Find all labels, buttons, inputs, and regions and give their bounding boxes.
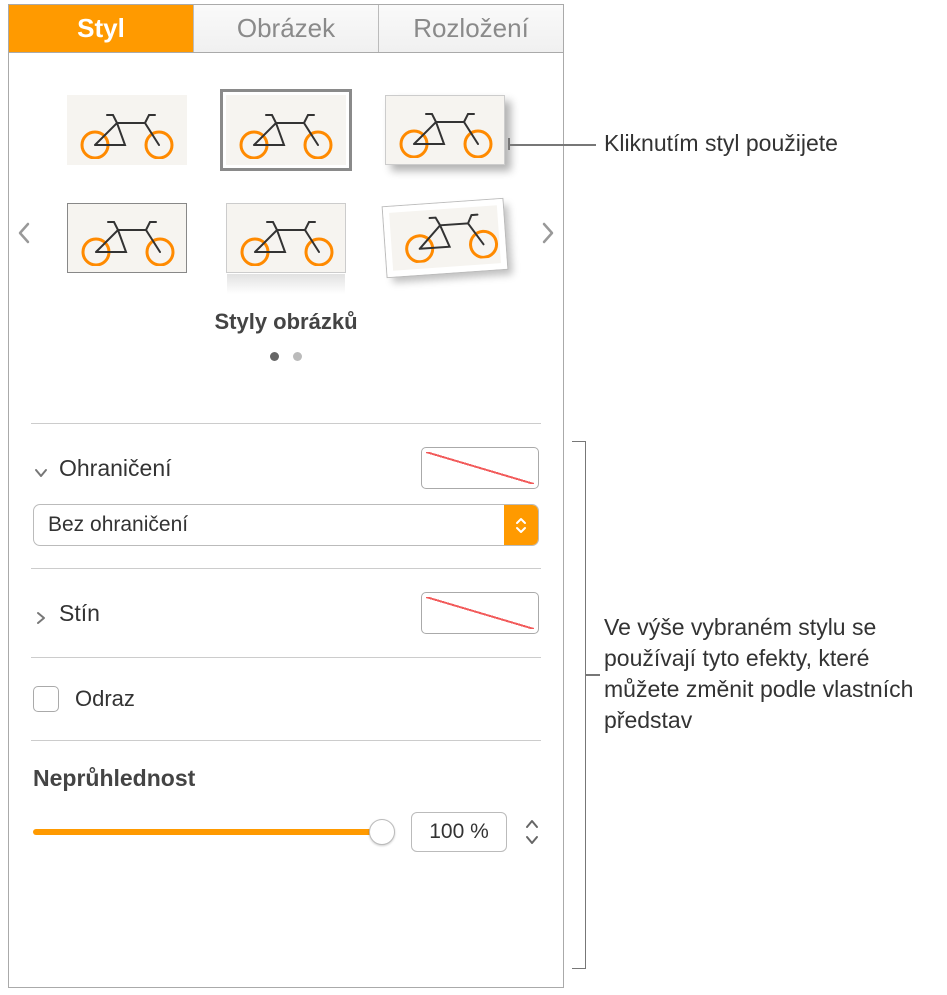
border-type-dropdown[interactable]: Bez ohraničení: [33, 504, 539, 546]
styles-grid: [19, 91, 553, 277]
opacity-slider[interactable]: [33, 820, 393, 844]
styles-prev-button[interactable]: [11, 213, 37, 257]
opacity-label: Neprůhlednost: [33, 765, 539, 792]
tab-image[interactable]: Obrázek: [194, 5, 379, 52]
shadow-label: Stín: [59, 600, 100, 627]
chevron-left-icon: [17, 222, 31, 244]
style-thumb-6[interactable]: [376, 199, 513, 277]
style-thumb-1[interactable]: [59, 91, 196, 169]
reflection-checkbox[interactable]: [33, 686, 59, 712]
shadow-section: Stín: [9, 569, 563, 657]
slider-track: [33, 829, 393, 835]
image-styles-area: Styly obrázků: [9, 53, 563, 423]
border-label: Ohraničení: [59, 455, 172, 482]
format-panel: Styl Obrázek Rozložení Styly obrázků: [8, 4, 564, 988]
bike-icon: [392, 108, 500, 158]
bike-icon: [232, 109, 340, 159]
opacity-stepper[interactable]: [525, 816, 539, 848]
tab-style[interactable]: Styl: [9, 5, 194, 52]
stepper-up-icon[interactable]: [525, 816, 539, 832]
style-thumb-4[interactable]: [59, 199, 196, 277]
styles-next-button[interactable]: [535, 213, 561, 257]
reflection-section: Odraz: [9, 658, 563, 740]
stepper-down-icon[interactable]: [525, 832, 539, 848]
callout-text: Ve výše vybraném stylu se používají tyto…: [604, 614, 913, 733]
styles-title: Styly obrázků: [19, 309, 553, 335]
page-dot-2[interactable]: [293, 352, 302, 361]
tab-layout[interactable]: Rozložení: [379, 5, 563, 52]
callout-text: Kliknutím styl použijete: [604, 130, 838, 156]
opacity-section: Neprůhlednost 100 %: [9, 741, 563, 852]
bike-icon: [73, 109, 181, 159]
border-disclosure[interactable]: [33, 460, 49, 476]
page-dot-1[interactable]: [270, 352, 279, 361]
style-thumb-5[interactable]: [218, 199, 355, 277]
border-type-value: Bez ohraničení: [48, 513, 188, 537]
bike-icon: [74, 216, 182, 266]
dropdown-caret-icon: [504, 505, 538, 545]
styles-page-dots[interactable]: [19, 341, 553, 367]
chevron-down-icon: [33, 465, 49, 481]
tabbar: Styl Obrázek Rozložení: [9, 5, 563, 53]
callout-bracket: [572, 441, 586, 969]
bike-icon: [395, 207, 506, 264]
opacity-value-field[interactable]: 100 %: [411, 812, 507, 852]
slider-knob[interactable]: [369, 819, 395, 845]
shadow-disclosure[interactable]: [33, 605, 49, 621]
shadow-style-swatch[interactable]: [421, 592, 539, 634]
reflection-label: Odraz: [75, 686, 135, 712]
callout-apply-style: Kliknutím styl použijete: [604, 128, 838, 159]
callout-effects: Ve výše vybraném stylu se používají tyto…: [604, 612, 934, 736]
chevron-right-icon: [541, 222, 555, 244]
chevron-right-icon: [33, 610, 49, 626]
border-section: Ohraničení Bez ohraničení: [9, 424, 563, 568]
style-thumb-3[interactable]: [376, 91, 513, 169]
border-style-swatch[interactable]: [421, 447, 539, 489]
style-thumb-2[interactable]: [218, 91, 355, 169]
bike-icon: [233, 216, 341, 266]
